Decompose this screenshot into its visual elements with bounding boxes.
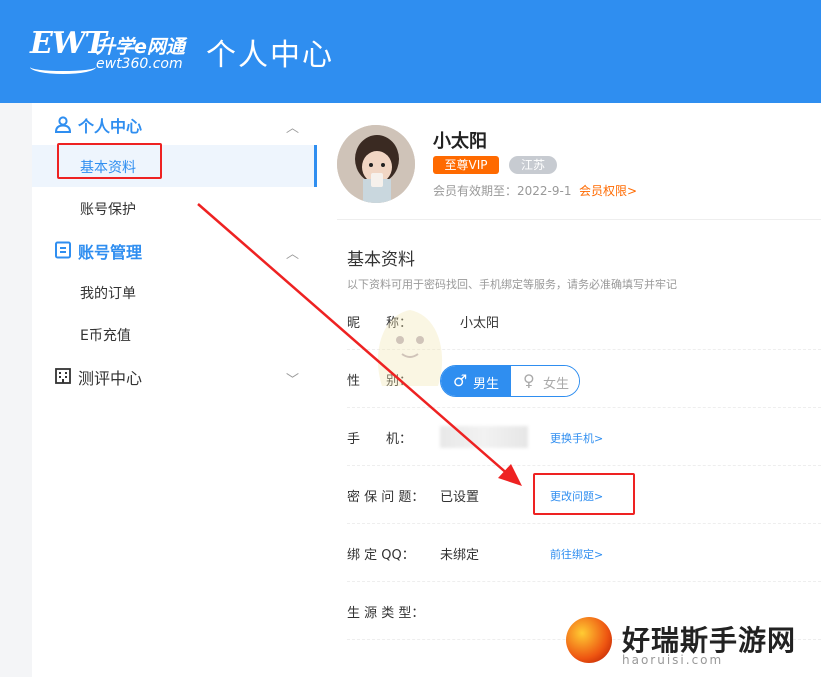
site-watermark: 好瑞斯手游网 haoruisi.com	[560, 615, 815, 671]
watermark-logo-icon	[566, 617, 612, 663]
watermark-subtext: haoruisi.com	[622, 653, 724, 667]
annotation-arrow	[197, 203, 522, 486]
